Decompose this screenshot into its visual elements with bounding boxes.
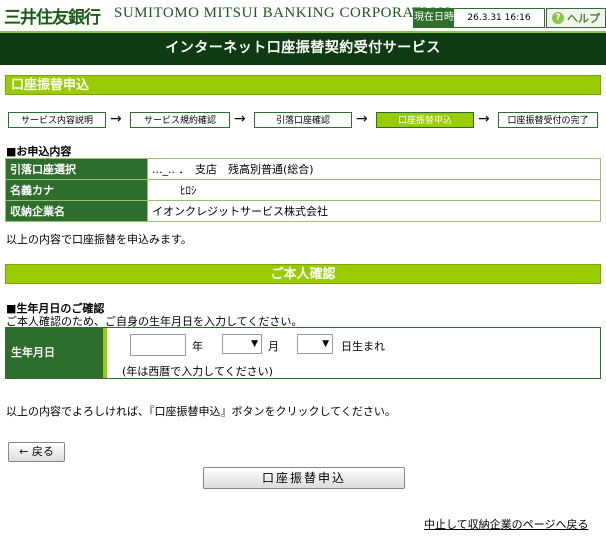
step-service-description: サービス内容説明 [8, 112, 106, 128]
step-terms-confirm: サービス規約確認 [130, 112, 230, 128]
application-message: 以上の内容で口座振替を申込みます。 [6, 233, 192, 246]
help-button[interactable]: ? ヘルプ [546, 8, 606, 28]
debit-account-value: ..._.. ． 支店 残高別普通(総合) [147, 158, 601, 180]
application-table: 引落口座選択 ..._.. ． 支店 残高別普通(総合) 名義カナ ﾋﾛｼ 収納… [5, 158, 601, 222]
company-value: イオンクレジットサービス株式会社 [147, 200, 601, 222]
datetime-value: 26.3.31 16:16 [467, 13, 531, 23]
birth-month-select[interactable]: ▼ [222, 334, 262, 354]
chevron-down-icon: ▼ [251, 339, 258, 349]
dob-label: 生年月日 [6, 328, 107, 378]
page-title: インターネット口座振替契約受付サービス [0, 31, 606, 65]
bank-logo-en: SUMITOMO MITSUI BANKING CORPORATION [114, 5, 450, 21]
step-arrow-icon: → [356, 111, 368, 127]
debit-account-label: 引落口座選択 [5, 158, 148, 180]
section-transfer-header: 口座振替申込 [5, 75, 601, 95]
question-icon: ? [552, 12, 564, 24]
help-label: ヘルプ [567, 12, 600, 25]
name-kana-value: ﾋﾛｼ [147, 179, 601, 201]
step-arrow-icon: → [478, 111, 490, 127]
table-row: 引落口座選択 ..._.. ． 支店 残高別普通(総合) [5, 158, 601, 180]
dob-note: (年は西暦で入力してください) [122, 365, 273, 378]
year-unit: 年 [192, 340, 203, 353]
name-kana-label: 名義カナ [5, 179, 148, 201]
submit-instruction: 以上の内容でよろしければ、『口座振替申込』ボタンをクリックしてください。 [6, 405, 396, 418]
cancel-return-link[interactable]: 中止して収納企業のページへ戻る [424, 516, 588, 532]
section-identity-header: ご本人確認 [5, 264, 601, 284]
chevron-down-icon: ▼ [322, 339, 329, 349]
month-unit: 月 [268, 340, 279, 353]
submit-transfer-button[interactable]: 口座振替申込 [203, 467, 405, 489]
table-row: 収納企業名 イオンクレジットサービス株式会社 [5, 200, 601, 222]
step-arrow-icon: → [234, 111, 246, 127]
step-arrow-icon: → [110, 111, 122, 127]
birth-year-input[interactable] [130, 334, 186, 356]
dob-form: 生年月日 年 ▼ 月 ▼ 日生まれ (年は西暦で入力してください) [5, 327, 601, 379]
step-transfer-application: 口座振替申込 [376, 112, 474, 128]
day-unit: 日生まれ [341, 340, 385, 353]
step-completion: 口座振替受付の完了 [498, 112, 598, 128]
step-debit-account: 引落口座確認 [254, 112, 352, 128]
birth-day-select[interactable]: ▼ [297, 334, 333, 354]
back-button[interactable]: ← 戻る [8, 442, 65, 462]
table-row: 名義カナ ﾋﾛｼ [5, 179, 601, 201]
bank-logo-jp: 三井住友銀行 [4, 8, 101, 28]
current-datetime: 現在日時 26.3.31 16:16 [413, 8, 545, 28]
datetime-label: 現在日時 [414, 9, 454, 27]
application-heading: ■お申込内容 [6, 145, 72, 158]
company-label: 収納企業名 [5, 200, 148, 222]
